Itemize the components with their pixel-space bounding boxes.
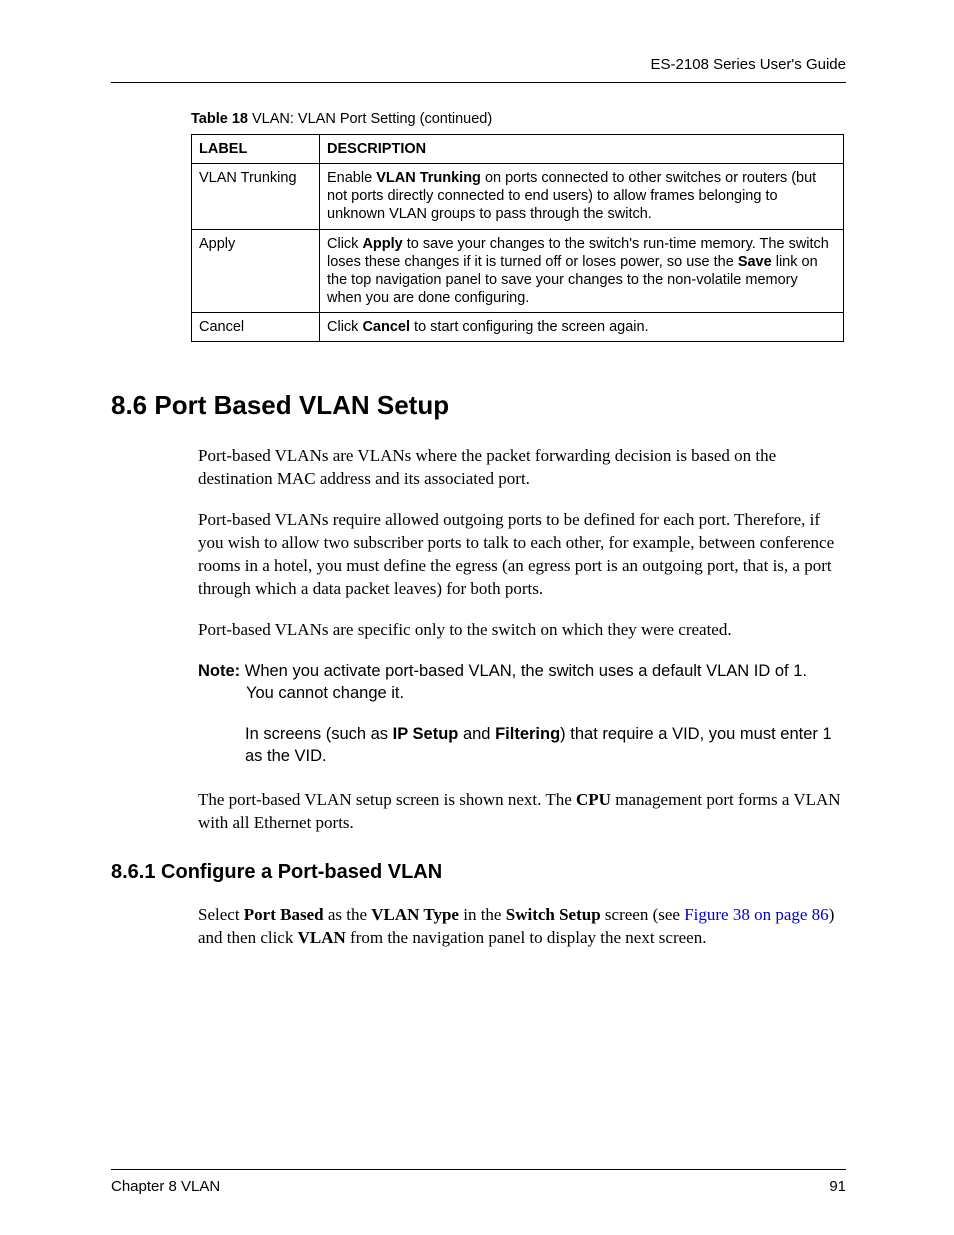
vlan-port-setting-table: LABEL DESCRIPTION VLAN Trunking Enable V… [191, 134, 844, 342]
page-footer: Chapter 8 VLAN 91 [111, 1169, 846, 1195]
body-paragraph: Port-based VLANs are VLANs where the pac… [198, 445, 846, 491]
table-header-description: DESCRIPTION [320, 135, 844, 164]
note-block: Note: When you activate port-based VLAN,… [198, 660, 846, 705]
body-paragraph: Port-based VLANs are specific only to th… [198, 619, 846, 642]
subsection-heading: 8.6.1 Configure a Port-based VLAN [111, 861, 846, 884]
note-sub-paragraph: In screens (such as IP Setup and Filteri… [245, 723, 846, 768]
body-paragraph: The port-based VLAN setup screen is show… [198, 789, 846, 835]
section-heading: 8.6 Port Based VLAN Setup [111, 390, 846, 421]
table-header-label: LABEL [192, 135, 320, 164]
table-number: Table 18 [191, 111, 248, 127]
note-label: Note: [198, 662, 240, 680]
figure-link[interactable]: Figure 38 on page 86 [684, 905, 828, 924]
page-header: ES-2108 Series User's Guide [111, 56, 846, 83]
table-caption: Table 18 VLAN: VLAN Port Setting (contin… [191, 111, 846, 127]
footer-chapter: Chapter 8 VLAN [111, 1178, 220, 1195]
table-row: Apply Click Apply to save your changes t… [192, 229, 844, 313]
row-description: Click Cancel to start configuring the sc… [320, 313, 844, 342]
row-label: Cancel [192, 313, 320, 342]
guide-title: ES-2108 Series User's Guide [651, 56, 846, 73]
row-description: Enable VLAN Trunking on ports connected … [320, 164, 844, 229]
footer-page-number: 91 [829, 1178, 846, 1195]
row-label: VLAN Trunking [192, 164, 320, 229]
table-row: VLAN Trunking Enable VLAN Trunking on po… [192, 164, 844, 229]
table-row: Cancel Click Cancel to start configuring… [192, 313, 844, 342]
body-paragraph: Select Port Based as the VLAN Type in th… [198, 904, 846, 950]
table-title: VLAN: VLAN Port Setting (continued) [248, 111, 492, 127]
note-text-line2: You cannot change it. [246, 682, 846, 704]
row-label: Apply [192, 229, 320, 313]
body-paragraph: Port-based VLANs require allowed outgoin… [198, 509, 846, 601]
note-text-line1: When you activate port-based VLAN, the s… [240, 662, 807, 680]
row-description: Click Apply to save your changes to the … [320, 229, 844, 313]
